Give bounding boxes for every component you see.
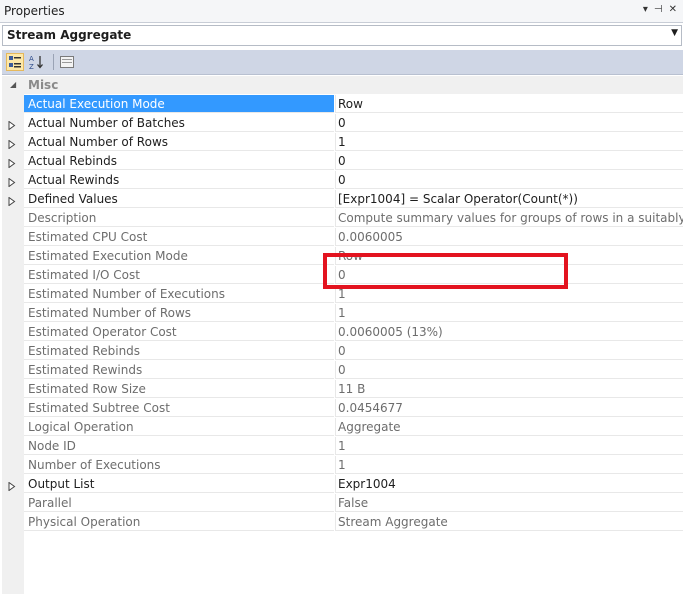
property-name: Physical Operation: [24, 513, 334, 531]
toolbar-separator: [53, 54, 54, 70]
object-name: Stream Aggregate: [7, 28, 132, 42]
property-row[interactable]: Estimated Rewinds 0: [2, 361, 683, 380]
property-name: Estimated Subtree Cost: [24, 399, 334, 417]
expand-icon[interactable]: [8, 119, 16, 131]
property-value[interactable]: 1: [335, 133, 683, 151]
property-row[interactable]: Actual Number of Batches 0: [2, 114, 683, 133]
property-pages-icon[interactable]: [58, 53, 76, 71]
property-value[interactable]: 1: [335, 304, 683, 322]
window-controls: ▾ ⊣ ✕: [643, 4, 677, 15]
property-name: Estimated Number of Executions: [24, 285, 334, 303]
properties-title-bar: Properties ▾ ⊣ ✕: [0, 0, 683, 23]
collapse-icon[interactable]: ◢: [10, 80, 16, 89]
categorized-view-icon[interactable]: [6, 53, 24, 71]
property-row[interactable]: Physical Operation Stream Aggregate: [2, 513, 683, 532]
property-row[interactable]: Description Compute summary values for gr…: [2, 209, 683, 228]
property-name: Estimated Row Size: [24, 380, 334, 398]
property-value[interactable]: 0.0060005 (13%): [335, 323, 683, 341]
svg-text:A: A: [29, 55, 34, 63]
property-value[interactable]: 0: [335, 266, 683, 284]
category-misc[interactable]: ◢ Misc: [2, 76, 683, 94]
property-grid: ◢ Misc Actual Execution Mode Row Actual Nu…: [2, 76, 683, 594]
property-row[interactable]: Estimated CPU Cost 0.0060005: [2, 228, 683, 247]
expand-icon[interactable]: [8, 176, 16, 188]
property-name: Description: [24, 209, 334, 227]
close-icon[interactable]: ✕: [669, 4, 677, 15]
property-value[interactable]: [Expr1004] = Scalar Operator(Count(*)): [335, 190, 683, 208]
property-value[interactable]: Row: [335, 247, 683, 265]
property-value[interactable]: Expr1004: [335, 475, 683, 493]
property-name: Estimated Number of Rows: [24, 304, 334, 322]
property-name: Estimated CPU Cost: [24, 228, 334, 246]
property-name: Output List: [24, 475, 334, 493]
property-name: Estimated Rewinds: [24, 361, 334, 379]
property-row[interactable]: Parallel False: [2, 494, 683, 513]
property-row[interactable]: Estimated Execution Mode Row: [2, 247, 683, 266]
property-name: Estimated Rebinds: [24, 342, 334, 360]
panel-title: Properties: [4, 4, 65, 18]
dropdown-icon[interactable]: ▾: [643, 4, 648, 15]
property-value[interactable]: Aggregate: [335, 418, 683, 436]
property-row[interactable]: Number of Executions 1: [2, 456, 683, 475]
property-name: Estimated Execution Mode: [24, 247, 334, 265]
svg-text:Z: Z: [29, 63, 34, 70]
property-row[interactable]: Defined Values [Expr1004] = Scalar Operat…: [2, 190, 683, 209]
property-row[interactable]: Actual Number of Rows 1: [2, 133, 683, 152]
property-name: Logical Operation: [24, 418, 334, 436]
property-value[interactable]: 0.0060005: [335, 228, 683, 246]
property-value[interactable]: 1: [335, 285, 683, 303]
property-name: Actual Rewinds: [24, 171, 334, 189]
property-value[interactable]: 0: [335, 114, 683, 132]
properties-toolbar: A Z: [2, 50, 683, 75]
property-row[interactable]: Actual Execution Mode Row: [2, 95, 683, 114]
property-name: Estimated I/O Cost: [24, 266, 334, 284]
expand-icon[interactable]: [8, 480, 16, 492]
property-name: Defined Values: [24, 190, 334, 208]
property-name: Parallel: [24, 494, 334, 512]
property-value[interactable]: 1: [335, 437, 683, 455]
property-value[interactable]: 1: [335, 456, 683, 474]
property-row[interactable]: Estimated Row Size 11 B: [2, 380, 683, 399]
expand-icon[interactable]: [8, 195, 16, 207]
property-name: Number of Executions: [24, 456, 334, 474]
property-row[interactable]: Actual Rebinds 0: [2, 152, 683, 171]
property-row[interactable]: Node ID 1: [2, 437, 683, 456]
chevron-down-icon[interactable]: ▼: [671, 28, 678, 38]
property-name: Estimated Operator Cost: [24, 323, 334, 341]
property-row[interactable]: Logical Operation Aggregate: [2, 418, 683, 437]
object-selector[interactable]: Stream Aggregate ▼: [2, 25, 682, 46]
property-row[interactable]: Estimated Number of Rows 1: [2, 304, 683, 323]
property-row[interactable]: Estimated Subtree Cost 0.0454677: [2, 399, 683, 418]
property-row[interactable]: Estimated Rebinds 0: [2, 342, 683, 361]
property-value[interactable]: 0: [335, 152, 683, 170]
property-row[interactable]: Actual Rewinds 0: [2, 171, 683, 190]
property-value[interactable]: 0: [335, 171, 683, 189]
property-value[interactable]: Compute summary values for groups of row…: [335, 209, 683, 227]
property-row[interactable]: Estimated I/O Cost 0: [2, 266, 683, 285]
property-name: Actual Number of Batches: [24, 114, 334, 132]
property-row[interactable]: Output List Expr1004: [2, 475, 683, 494]
property-name: Actual Execution Mode: [24, 95, 334, 113]
property-row[interactable]: Estimated Operator Cost 0.0060005 (13%): [2, 323, 683, 342]
property-value[interactable]: False: [335, 494, 683, 512]
property-value[interactable]: Row: [335, 95, 683, 113]
expand-icon[interactable]: [8, 157, 16, 169]
sort-alphabetical-icon[interactable]: A Z: [27, 53, 45, 71]
property-value[interactable]: Stream Aggregate: [335, 513, 683, 531]
property-value[interactable]: 0: [335, 361, 683, 379]
property-value[interactable]: 0.0454677: [335, 399, 683, 417]
property-name: Actual Number of Rows: [24, 133, 334, 151]
property-value[interactable]: 0: [335, 342, 683, 360]
property-value[interactable]: 11 B: [335, 380, 683, 398]
property-name: Node ID: [24, 437, 334, 455]
property-name: Actual Rebinds: [24, 152, 334, 170]
property-row[interactable]: Estimated Number of Executions 1: [2, 285, 683, 304]
pin-icon[interactable]: ⊣: [654, 4, 663, 15]
expand-icon[interactable]: [8, 138, 16, 150]
category-label: Misc: [28, 78, 59, 92]
